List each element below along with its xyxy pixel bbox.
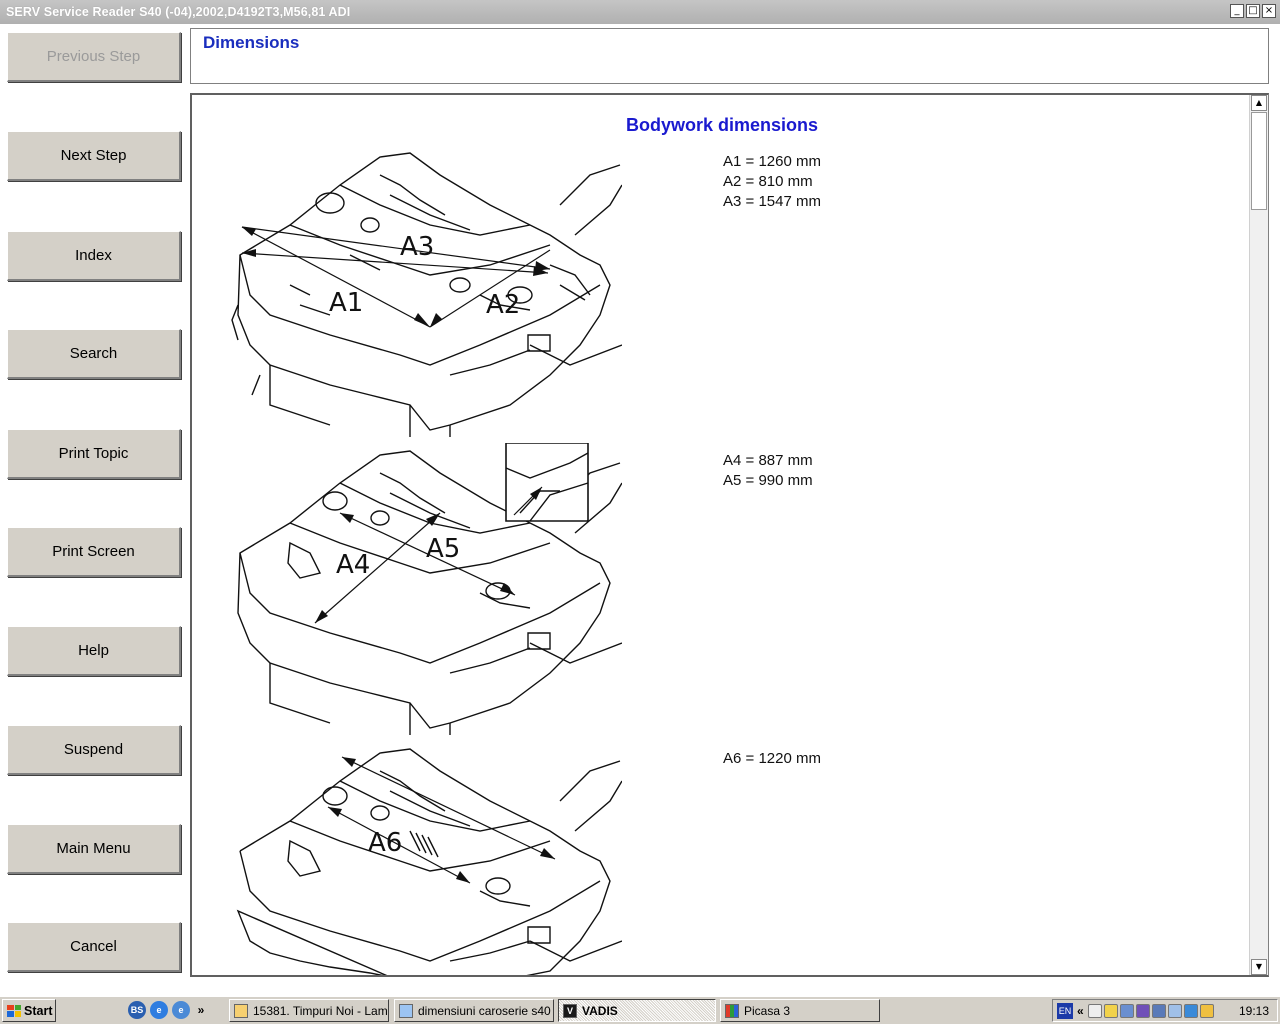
- start-button[interactable]: Start: [2, 999, 56, 1022]
- bs-player-icon[interactable]: BS: [128, 1001, 146, 1019]
- dimension-a2: A2 = 810 mm: [723, 173, 813, 190]
- bodywork-figure-1: A1 A2 A3: [230, 145, 622, 437]
- scrollbar-thumb[interactable]: [1251, 112, 1267, 210]
- taskbar-item-label: dimensiuni caroserie s40 ...: [418, 1003, 554, 1018]
- minimize-button[interactable]: _: [1230, 4, 1244, 18]
- internet-explorer-icon[interactable]: e: [150, 1001, 168, 1019]
- topic-header: Dimensions: [190, 28, 1269, 84]
- figure-label-a1: A1: [329, 288, 363, 318]
- dimension-a1: A1 = 1260 mm: [723, 153, 821, 170]
- system-tray: EN « 19:13: [1052, 999, 1278, 1022]
- quick-launch-more-icon[interactable]: »: [194, 1003, 208, 1017]
- content-panel: Bodywork dimensions A1 A2 A3 A1 = 1260 m…: [190, 93, 1269, 977]
- dimension-a5: A5 = 990 mm: [723, 472, 813, 489]
- dimensions-list-3: A6 = 1220 mm: [723, 749, 821, 769]
- tray-shield-icon[interactable]: [1103, 1003, 1118, 1018]
- content-title-text: Bodywork dimensions: [625, 115, 819, 135]
- tray-connection-icon[interactable]: [1167, 1003, 1182, 1018]
- content-title: Bodywork dimensions: [192, 115, 1252, 136]
- window-title: SERV Service Reader S40 (-04),2002,D4192…: [0, 0, 1280, 24]
- close-button[interactable]: ×: [1262, 4, 1276, 18]
- scroll-down-arrow-icon[interactable]: ▼: [1251, 959, 1267, 975]
- window-controls: _ □ ×: [1230, 4, 1276, 18]
- taskbar: Start BS e e » 15381. Timpuri Noi - Lami…: [0, 995, 1280, 1024]
- next-step-button[interactable]: Next Step: [7, 131, 181, 181]
- taskbar-item-dimensiuni[interactable]: dimensiuni caroserie s40 ...: [394, 999, 554, 1022]
- sidebar: Previous Step Next Step Index Search Pri…: [0, 24, 188, 995]
- cancel-button[interactable]: Cancel: [7, 922, 181, 972]
- taskbar-item-label: Picasa 3: [744, 1003, 791, 1018]
- dimension-a3: A3 = 1547 mm: [723, 193, 821, 210]
- help-button[interactable]: Help: [7, 626, 181, 676]
- tray-monitor-icon[interactable]: [1151, 1003, 1166, 1018]
- index-button[interactable]: Index: [7, 231, 181, 281]
- internet-explorer-alt-icon[interactable]: e: [172, 1001, 190, 1019]
- vertical-scrollbar[interactable]: ▲ ▼: [1249, 95, 1268, 975]
- print-screen-button[interactable]: Print Screen: [7, 527, 181, 577]
- dimensions-list-2: A4 = 887 mm A5 = 990 mm: [723, 451, 813, 491]
- start-label: Start: [24, 1003, 53, 1018]
- taskbar-item-picasa[interactable]: Picasa 3: [720, 999, 880, 1022]
- taskbar-item-label: 15381. Timpuri Noi - Lami...: [253, 1003, 389, 1018]
- figure-label-a4: A4: [336, 550, 370, 580]
- maximize-button[interactable]: □: [1246, 4, 1260, 18]
- tray-network-icon[interactable]: [1119, 1003, 1134, 1018]
- figure-label-a3: A3: [400, 232, 434, 262]
- dimension-a6: A6 = 1220 mm: [723, 750, 821, 767]
- windows-logo-icon: [7, 1004, 21, 1017]
- previous-step-button[interactable]: Previous Step: [7, 32, 181, 82]
- search-button[interactable]: Search: [7, 329, 181, 379]
- tray-app-icon[interactable]: [1135, 1003, 1150, 1018]
- title-bar: SERV Service Reader S40 (-04),2002,D4192…: [0, 0, 1280, 24]
- taskbar-item-label: VADIS: [582, 1003, 618, 1018]
- taskbar-item-vadis[interactable]: V VADIS: [558, 999, 716, 1022]
- tray-update-icon[interactable]: [1199, 1003, 1214, 1018]
- figure-label-a6: A6: [368, 828, 402, 858]
- vadis-app-icon: V: [563, 1003, 577, 1018]
- bodywork-figure-3: A6: [230, 741, 622, 977]
- language-indicator[interactable]: EN: [1057, 1002, 1073, 1019]
- bodywork-figure-2: A4 A5: [230, 443, 622, 735]
- clock: 19:13: [1238, 1003, 1269, 1018]
- print-topic-button[interactable]: Print Topic: [7, 429, 181, 479]
- tray-expand-icon[interactable]: «: [1075, 1004, 1086, 1018]
- quick-launch: BS e e »: [128, 1001, 208, 1019]
- dimensions-list-1: A1 = 1260 mm A2 = 810 mm A3 = 1547 mm: [723, 152, 821, 212]
- ie-window-icon: [399, 1003, 413, 1018]
- taskbar-item-timpuri-noi[interactable]: 15381. Timpuri Noi - Lami...: [229, 999, 389, 1022]
- suspend-button[interactable]: Suspend: [7, 725, 181, 775]
- main-menu-button[interactable]: Main Menu: [7, 824, 181, 874]
- page-title: Dimensions: [203, 33, 300, 52]
- tray-volume-icon[interactable]: [1183, 1003, 1198, 1018]
- figure-label-a5: A5: [426, 534, 460, 564]
- figure-label-a2: A2: [486, 290, 520, 320]
- scroll-up-arrow-icon[interactable]: ▲: [1251, 95, 1267, 111]
- picasa-icon: [725, 1003, 739, 1018]
- tray-smiley-icon[interactable]: [1087, 1003, 1102, 1018]
- dimension-a4: A4 = 887 mm: [723, 452, 813, 469]
- browser-window-icon: [234, 1003, 248, 1018]
